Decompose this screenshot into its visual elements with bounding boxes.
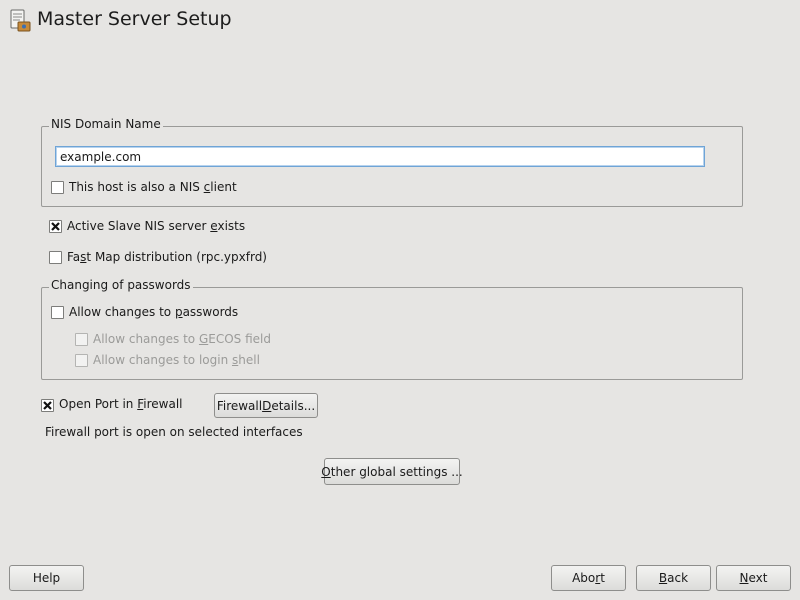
nis-client-label: This host is also a NIS client xyxy=(69,180,237,194)
passwords-legend: Changing of passwords xyxy=(49,278,193,292)
firewall-status-text: Firewall port is open on selected interf… xyxy=(45,425,303,439)
abort-button[interactable]: Abo r t xyxy=(551,565,626,591)
active-slave-checkbox[interactable] xyxy=(49,220,62,233)
checkmark-icon xyxy=(51,222,60,231)
next-button[interactable]: Next xyxy=(716,565,791,591)
back-button[interactable]: Back xyxy=(636,565,711,591)
allow-gecos-label: Allow changes to GECOS field xyxy=(93,332,271,346)
active-slave-label: Active Slave NIS server exists xyxy=(67,219,246,233)
firewall-details-button[interactable]: Firewall Details... xyxy=(214,393,318,418)
open-port-checkbox[interactable] xyxy=(41,399,54,412)
allow-passwords-label: Allow changes to passwords xyxy=(69,305,239,319)
nis-domain-input[interactable] xyxy=(55,146,705,167)
page-title: Master Server Setup xyxy=(37,8,232,30)
nis-client-checkbox[interactable] xyxy=(51,181,64,194)
fast-map-label: Fast Map distribution (rpc.ypxfrd) xyxy=(67,250,267,264)
open-port-label: Open Port in Firewall xyxy=(59,397,183,411)
checkmark-icon xyxy=(43,401,52,410)
allow-shell-checkbox[interactable] xyxy=(75,354,88,367)
fast-map-checkbox[interactable] xyxy=(49,251,62,264)
allow-gecos-checkbox[interactable] xyxy=(75,333,88,346)
help-button[interactable]: Help xyxy=(9,565,84,591)
allow-passwords-checkbox[interactable] xyxy=(51,306,64,319)
nis-domain-legend: NIS Domain Name xyxy=(49,117,163,131)
other-global-settings-button[interactable]: Other global settings ... xyxy=(321,458,463,485)
allow-shell-label: Allow changes to login shell xyxy=(93,353,260,367)
server-setup-icon xyxy=(9,9,31,33)
